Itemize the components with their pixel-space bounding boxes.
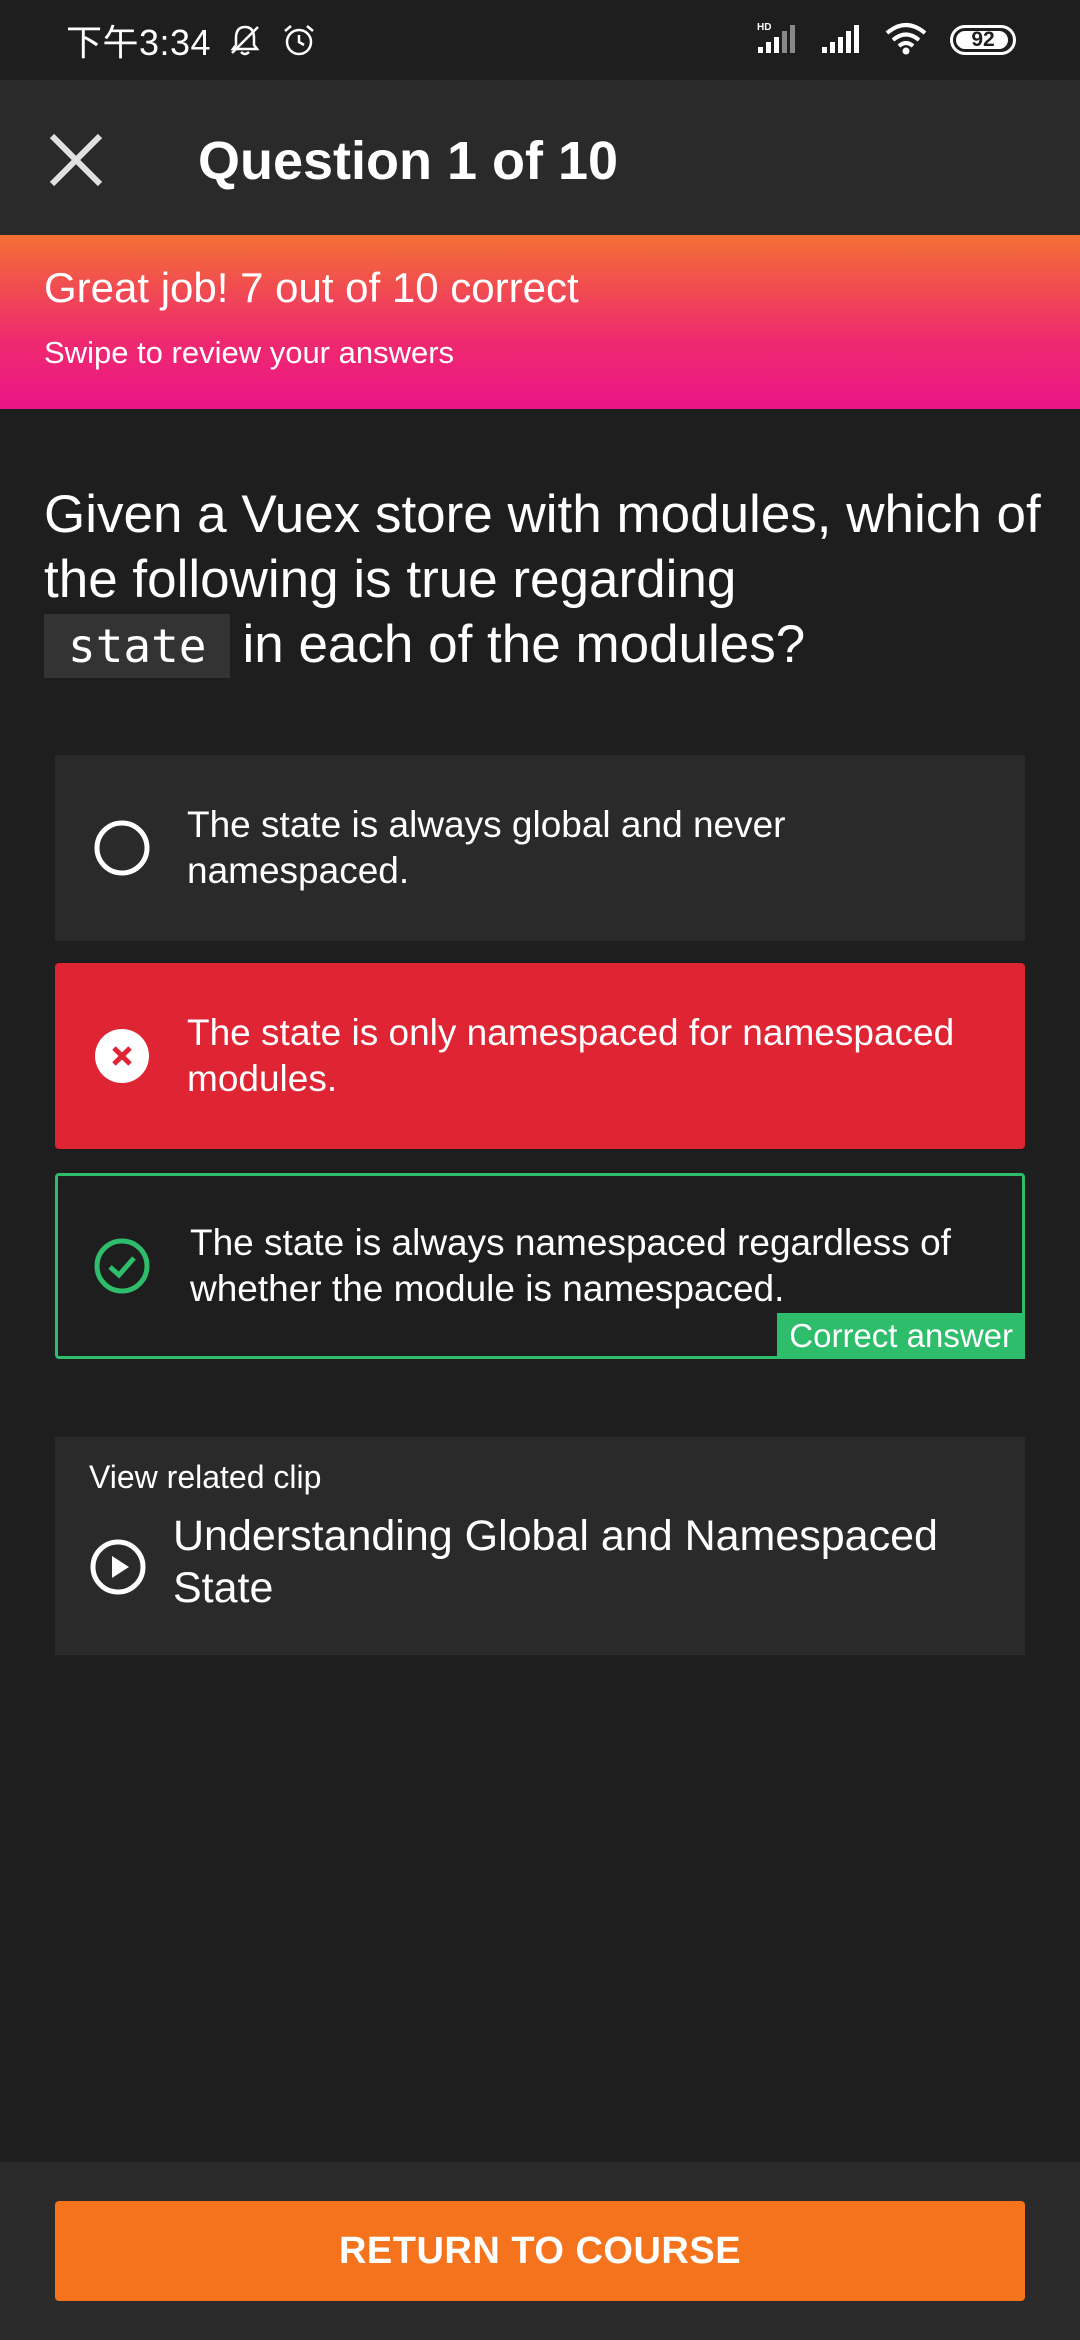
related-clip-row: Understanding Global and Namespaced Stat… (89, 1510, 991, 1614)
review-hint: Swipe to review your answers (44, 335, 455, 371)
answer-option-unselected[interactable]: The state is always global and never nam… (55, 755, 1025, 941)
bell-off-icon (225, 20, 265, 60)
related-clip-label: View related clip (89, 1459, 322, 1495)
svg-text:HD: HD (757, 22, 771, 33)
return-to-course-button[interactable]: RETURN TO COURSE (55, 2201, 1025, 2301)
answer-option-correct[interactable]: The state is always namespaced regardles… (55, 1173, 1025, 1359)
question-text-before: Given a Vuex store with modules, which o… (44, 485, 1041, 609)
status-bar: 下午3:34 HD 92 (0, 0, 1080, 80)
alarm-icon (279, 20, 319, 60)
hd-signal-icon: HD (756, 21, 798, 60)
check-circle-icon (93, 1237, 151, 1295)
close-icon (49, 133, 103, 187)
close-button[interactable] (44, 128, 108, 192)
bottom-bar: RETURN TO COURSE (0, 2162, 1080, 2340)
radio-empty-icon (93, 819, 151, 877)
score-banner: Great job! 7 out of 10 correct Swipe to … (0, 235, 1080, 409)
question-text: Given a Vuex store with modules, which o… (44, 482, 1044, 678)
status-time: 下午3:34 (66, 22, 212, 63)
status-right: HD 92 (756, 21, 1016, 60)
signal-icon (820, 21, 862, 60)
battery-icon: 92 (950, 25, 1016, 55)
quiz-header: Question 1 of 10 (0, 80, 1080, 235)
question-code: state (44, 614, 231, 678)
x-circle-icon (93, 1027, 151, 1085)
question-text-after: in each of the modules? (242, 615, 806, 674)
battery-level: 92 (971, 28, 995, 51)
answer-option-text: The state is only namespaced for namespa… (187, 1012, 955, 1099)
answer-option-text: The state is always namespaced regardles… (190, 1222, 951, 1309)
related-clip-title: Understanding Global and Namespaced Stat… (173, 1512, 938, 1612)
related-clip-card[interactable]: View related clip Understanding Global a… (55, 1437, 1025, 1655)
answer-option-incorrect[interactable]: The state is only namespaced for namespa… (55, 963, 1025, 1149)
status-left: 下午3:34 (66, 14, 319, 66)
correct-answer-badge: Correct answer (777, 1313, 1025, 1359)
play-circle-icon (89, 1538, 147, 1596)
wifi-icon (884, 21, 928, 60)
answer-option-text: The state is always global and never nam… (187, 804, 786, 891)
page-title: Question 1 of 10 (198, 131, 619, 191)
score-text: Great job! 7 out of 10 correct (44, 264, 579, 311)
